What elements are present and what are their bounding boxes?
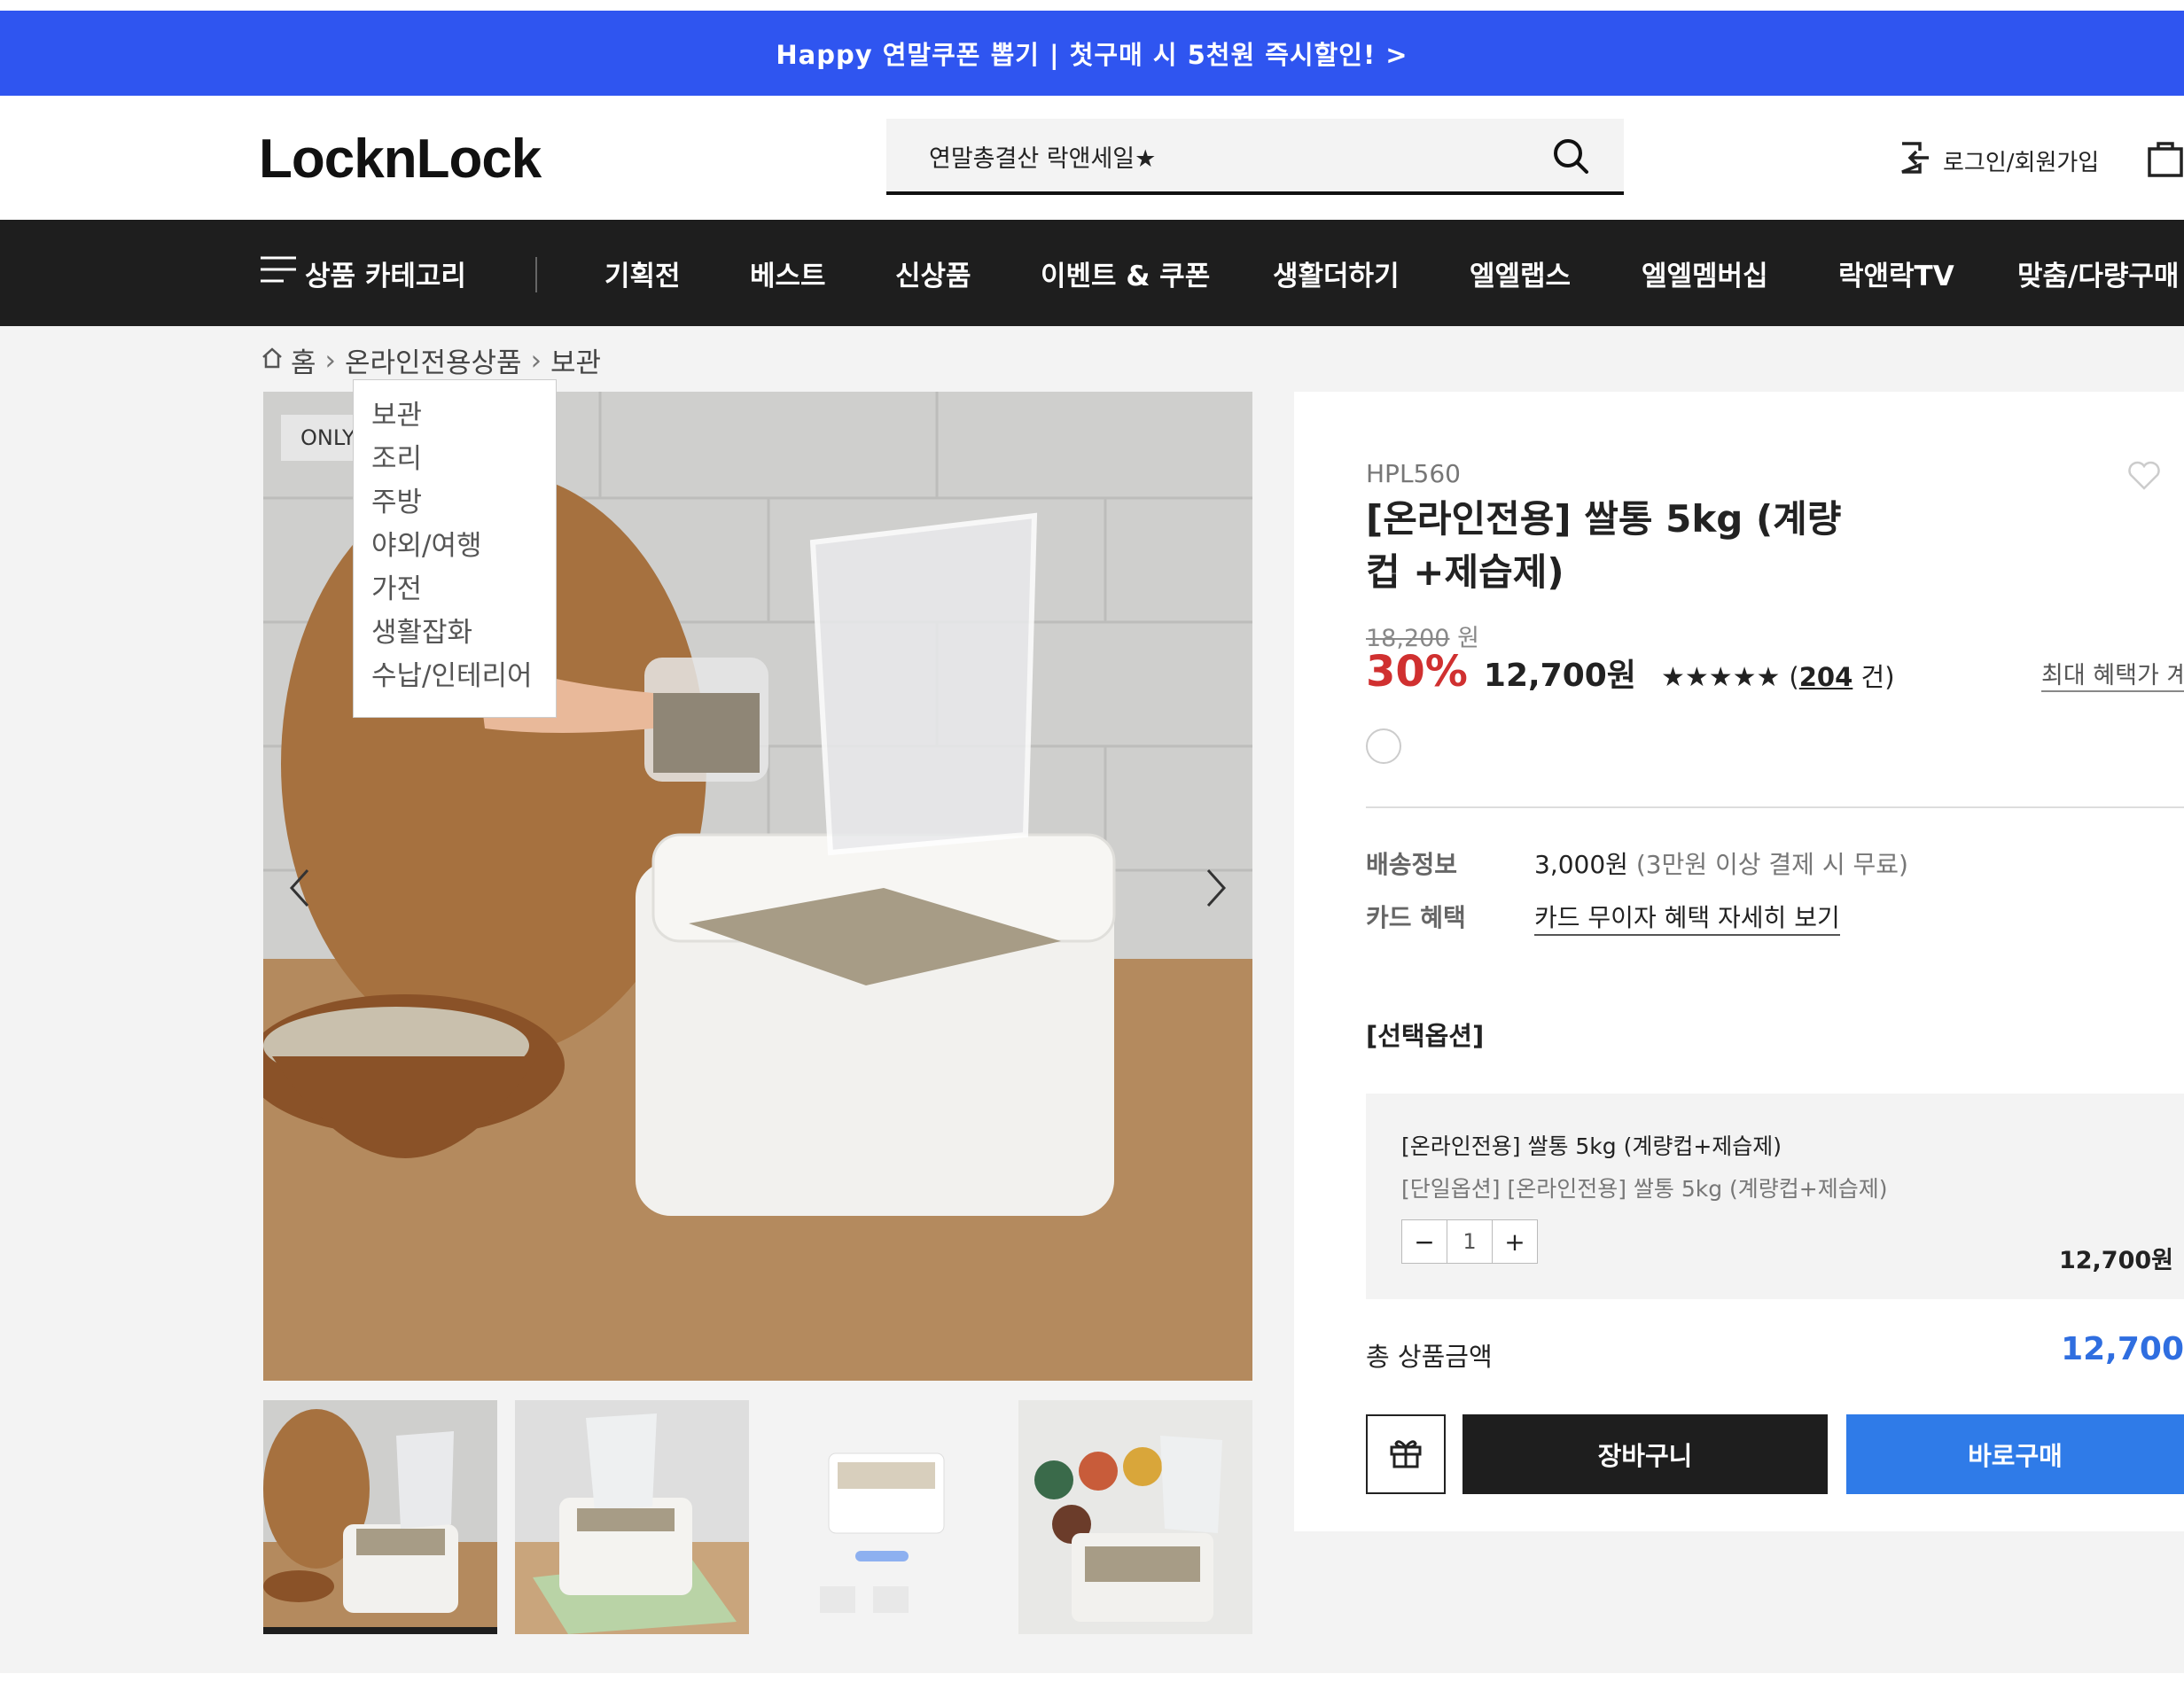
dropdown-item-outdoor-travel[interactable]: 야외/여행 [371, 525, 556, 568]
promo-banner[interactable]: Happy 연말쿠폰 뽑기 | 첫구매 시 5천원 즉시할인! > [0, 11, 2184, 96]
card-benefit-link[interactable]: 카드 무이자 혜택 자세히 보기 [1534, 899, 1840, 936]
discount-rate: 30% [1366, 647, 1468, 697]
review-count-link[interactable]: (204 건) [1789, 657, 1894, 694]
search-input[interactable] [927, 135, 1516, 177]
quantity-plus-button[interactable]: + [1493, 1220, 1537, 1263]
product-info-panel: HPL560 [온라인전용] 쌀통 5kg (계량컵 +제습제) 18,200 … [1294, 392, 2184, 1531]
page-bottom [0, 1673, 2184, 1682]
global-nav: 상품 카테고리 기획전 베스트 신상품 이벤트 & 쿠폰 생활더하기 엘엘랩스 … [0, 220, 2184, 326]
shipping-value-wrap: 3,000원 (3만원 이상 결제 시 무료) [1534, 845, 1908, 881]
thumbnail-3[interactable] [767, 1400, 1001, 1634]
hamburger-icon [261, 254, 296, 292]
breadcrumb-level1[interactable]: 온라인전용상품 [345, 340, 522, 380]
thumbnail-2[interactable] [515, 1400, 749, 1634]
max-benefit-link[interactable]: 최대 혜택가 계 [2041, 656, 2184, 692]
review-count[interactable]: 204 [1799, 662, 1853, 692]
gnb-item-new[interactable]: 신상품 [895, 220, 971, 326]
thumbnail-strip [263, 1400, 1252, 1634]
gnb-divider [535, 257, 537, 292]
breadcrumb: 홈 › 온라인전용상품 › 보관 [261, 340, 601, 380]
login-icon [1899, 140, 1943, 182]
login-link[interactable]: 로그인/회원가입 [1899, 140, 2099, 182]
card-benefit-row: 카드 혜택 카드 무이자 혜택 자세히 보기 [1366, 899, 1840, 936]
thumbnail-4[interactable] [1018, 1400, 1252, 1634]
sale-price: 12,700원 [1483, 658, 1636, 694]
chevron-right-icon: › [530, 344, 542, 377]
gnb-item-ll-labs[interactable]: 엘엘랩스 [1470, 220, 1571, 326]
category-menu-label[interactable]: 상품 카테고리 [305, 253, 466, 293]
gnb-item-ll-membership[interactable]: 엘엘멤버십 [1642, 220, 1768, 326]
breadcrumb-level2[interactable]: 보관 [550, 340, 601, 380]
dropdown-item-cooking[interactable]: 조리 [371, 438, 556, 481]
dropdown-item-household[interactable]: 생활잡화 [371, 611, 556, 655]
chevron-right-icon: › [324, 344, 336, 377]
site-logo[interactable]: LocknLock [259, 128, 542, 191]
review-prefix: ( [1789, 662, 1799, 692]
search-icon[interactable] [1551, 136, 1592, 177]
gift-icon [1388, 1435, 1424, 1474]
buy-now-button[interactable]: 바로구매 [1846, 1414, 2184, 1494]
total-label: 총 상품금액 [1366, 1342, 1493, 1372]
product-code: HPL560 [1366, 459, 1461, 488]
rating-stars: ★★★★★ [1660, 662, 1781, 693]
quantity-stepper: − 1 + [1401, 1219, 1538, 1264]
site-header: LocknLock 로그인/회원가입 [0, 96, 2184, 220]
add-to-cart-button[interactable]: 장바구니 [1462, 1414, 1828, 1494]
gnb-item-event-coupon[interactable]: 이벤트 & 쿠폰 [1041, 220, 1210, 326]
prev-image-arrow-icon[interactable] [283, 861, 318, 915]
next-image-arrow-icon[interactable] [1197, 861, 1233, 915]
dropdown-item-appliance[interactable]: 가전 [371, 568, 556, 611]
shipping-info-row: 배송정보 3,000원 (3만원 이상 결제 시 무료) [1366, 845, 1908, 881]
option-price: 12,700원 [2058, 1247, 2173, 1274]
thumbnail-1[interactable] [263, 1400, 497, 1634]
shipping-fee: 3,000원 [1534, 850, 1628, 879]
option-sub: [단일옵션] [온라인전용] 쌀통 5kg (계량컵+제습제) [1401, 1176, 1888, 1202]
cart-icon[interactable] [2147, 138, 2184, 181]
option-section-label: [선택옵션] [1366, 1021, 1485, 1051]
home-icon[interactable] [261, 345, 284, 377]
product-title: [온라인전용] 쌀통 5kg (계량컵 +제습제) [1366, 497, 1842, 594]
shipping-label: 배송정보 [1366, 850, 1458, 879]
option-name: [온라인전용] 쌀통 5kg (계량컵+제습제) [1401, 1133, 1782, 1159]
dropdown-item-kitchen[interactable]: 주방 [371, 481, 556, 525]
login-label[interactable]: 로그인/회원가입 [1943, 144, 2099, 177]
dropdown-item-storage-interior[interactable]: 수납/인테리어 [371, 655, 556, 698]
heart-icon[interactable] [2127, 461, 2161, 494]
quantity-minus-button[interactable]: − [1402, 1220, 1447, 1263]
shipping-note: (3만원 이상 결제 시 무료) [1635, 850, 1908, 879]
divider [1366, 806, 2184, 808]
quantity-value[interactable]: 1 [1447, 1220, 1493, 1263]
gnb-item-life-plus[interactable]: 생활더하기 [1273, 220, 1400, 326]
search-bar[interactable] [886, 119, 1624, 195]
total-value: 12,700 [2061, 1331, 2184, 1367]
breadcrumb-home[interactable]: 홈 [291, 340, 316, 380]
category-dropdown: 보관 조리 주방 야외/여행 가전 생활잡화 수납/인테리어 [353, 379, 557, 718]
review-suffix: 건) [1852, 662, 1895, 692]
gnb-item-locknlock-tv[interactable]: 락앤락TV [1838, 220, 1954, 326]
price-row: 30% 12,700원 ★★★★★ (204 건) [1366, 647, 1895, 697]
gnb-item-exhibition[interactable]: 기획전 [604, 220, 681, 326]
card-benefit-label: 카드 혜택 [1366, 903, 1466, 932]
gift-button[interactable] [1366, 1414, 1446, 1494]
selected-option-box: [온라인전용] 쌀통 5kg (계량컵+제습제) [단일옵션] [온라인전용] … [1366, 1094, 2184, 1299]
dropdown-item-storage[interactable]: 보관 [371, 394, 556, 438]
gnb-item-custom-bulk[interactable]: 맞춤/다량구매 [2017, 220, 2179, 326]
promo-banner-text[interactable]: Happy 연말쿠폰 뽑기 | 첫구매 시 5천원 즉시할인! > [776, 35, 1408, 72]
gnb-item-best[interactable]: 베스트 [750, 220, 826, 326]
category-menu-button[interactable]: 상품 카테고리 [261, 220, 466, 326]
color-swatch[interactable] [1366, 728, 1401, 764]
